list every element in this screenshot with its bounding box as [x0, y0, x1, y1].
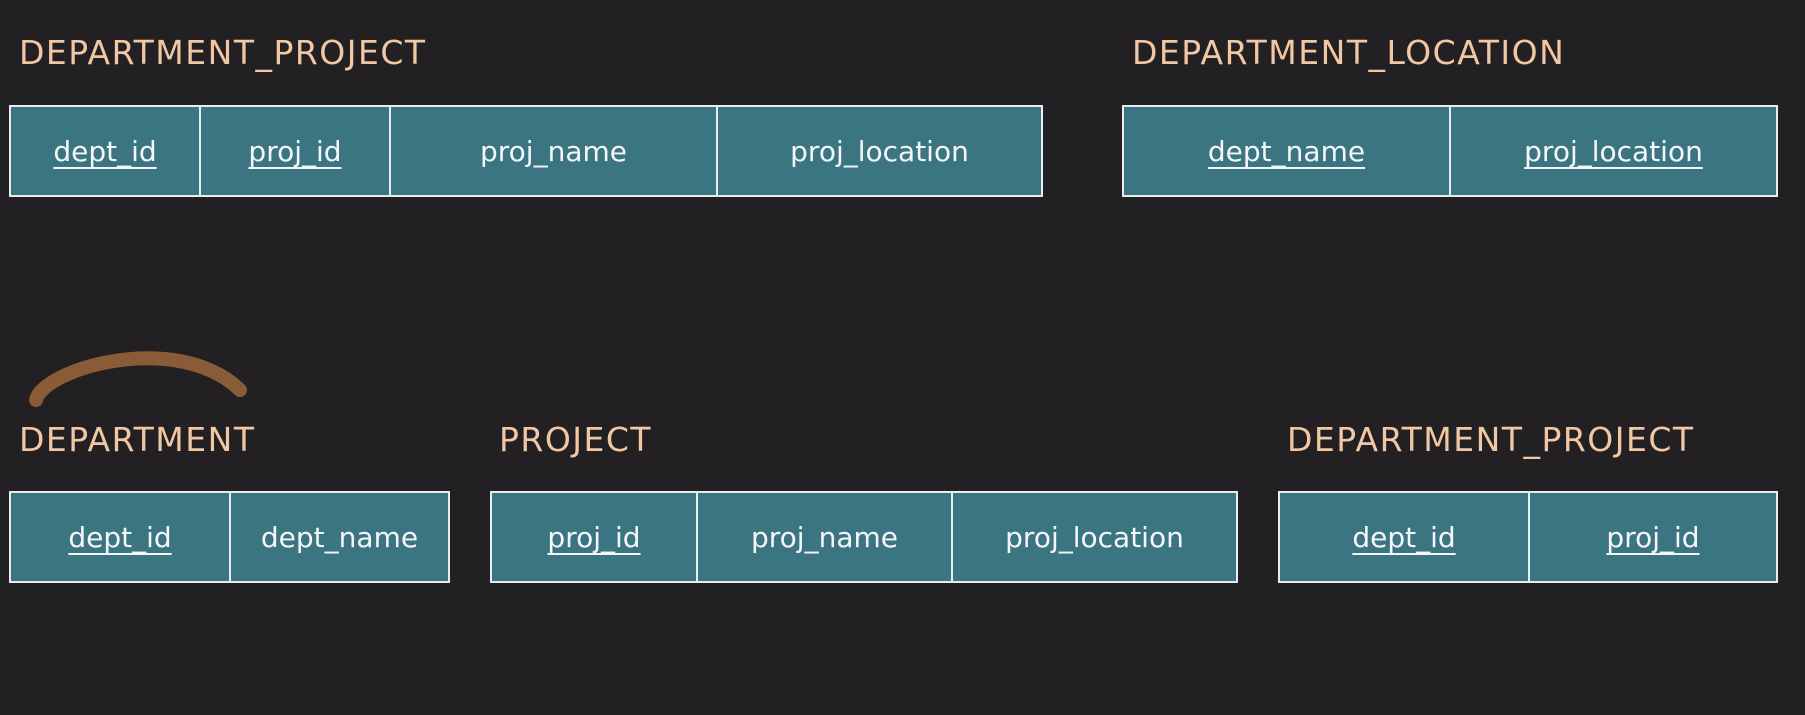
department-table: dept_id dept_name — [9, 491, 450, 583]
column-proj-location: proj_location — [1451, 107, 1776, 195]
column-dept-id: dept_id — [1280, 493, 1530, 581]
project-table: proj_id proj_name proj_location — [490, 491, 1238, 583]
column-label: proj_name — [480, 134, 627, 168]
column-proj-name: proj_name — [391, 107, 718, 195]
column-proj-name: proj_name — [698, 493, 953, 581]
department-project-top-table: dept_id proj_id proj_name proj_location — [9, 105, 1043, 197]
column-proj-id: proj_id — [201, 107, 391, 195]
column-dept-id: dept_id — [11, 493, 231, 581]
column-label: proj_name — [751, 520, 898, 554]
department-title: DEPARTMENT — [19, 420, 256, 459]
column-proj-id: proj_id — [1530, 493, 1776, 581]
department-location-table: dept_name proj_location — [1122, 105, 1778, 197]
column-proj-location: proj_location — [953, 493, 1236, 581]
column-label: proj_id — [1606, 520, 1700, 554]
department-project-bottom-table: dept_id proj_id — [1278, 491, 1778, 583]
column-label: dept_id — [68, 520, 172, 554]
project-title: PROJECT — [499, 420, 653, 459]
column-label: dept_id — [53, 134, 157, 168]
column-label: dept_id — [1352, 520, 1456, 554]
column-label: proj_location — [790, 134, 969, 168]
column-proj-id: proj_id — [492, 493, 698, 581]
department-project-top-title: DEPARTMENT_PROJECT — [19, 33, 427, 72]
column-proj-location: proj_location — [718, 107, 1041, 195]
column-label: proj_location — [1005, 520, 1184, 554]
department-project-bottom-title: DEPARTMENT_PROJECT — [1287, 420, 1695, 459]
handwritten-arc-annotation — [29, 351, 247, 407]
column-dept-id: dept_id — [11, 107, 201, 195]
column-label: proj_id — [248, 134, 342, 168]
column-dept-name: dept_name — [231, 493, 448, 581]
department-location-title: DEPARTMENT_LOCATION — [1132, 33, 1566, 72]
column-dept-name: dept_name — [1124, 107, 1451, 195]
column-label: proj_id — [547, 520, 641, 554]
column-label: dept_name — [1207, 134, 1366, 168]
column-label: proj_location — [1524, 134, 1703, 168]
column-label: dept_name — [260, 520, 419, 554]
